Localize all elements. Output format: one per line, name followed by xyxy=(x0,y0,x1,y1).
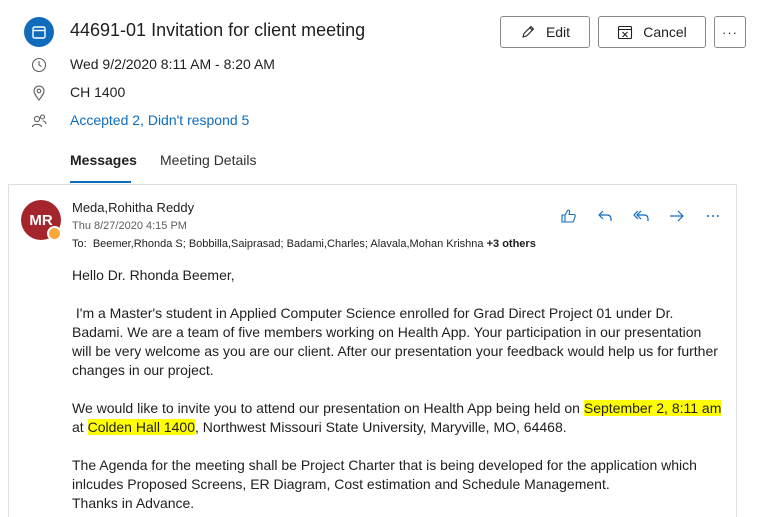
edit-icon xyxy=(520,24,536,40)
clock-icon xyxy=(30,56,48,74)
message-body: Hello Dr. Rhonda Beemer, I'm a Master's … xyxy=(72,266,722,513)
location-icon xyxy=(30,84,48,102)
cancel-button[interactable]: Cancel xyxy=(598,16,706,48)
body-paragraph-2-text-c: , Northwest Missouri State University, M… xyxy=(194,419,567,435)
body-paragraph-2-text-b: at xyxy=(72,419,88,435)
people-icon xyxy=(30,112,48,130)
body-paragraph-4: Thanks in Advance. xyxy=(72,495,195,511)
sender-name[interactable]: Meda,Rohitha Reddy xyxy=(72,200,194,215)
message-card: MR Meda,Rohitha Reddy Thu 8/27/2020 4:15… xyxy=(8,184,737,517)
body-greeting: Hello Dr. Rhonda Beemer, xyxy=(72,267,235,283)
recipients-line: To: Beemer,Rhonda S; Bobbilla,Saiprasad;… xyxy=(72,238,536,250)
cancel-calendar-icon xyxy=(617,24,633,40)
event-title: 44691-01 Invitation for client meeting xyxy=(70,20,366,40)
highlighted-location: Colden Hall 1400 xyxy=(87,419,195,435)
presence-away-icon xyxy=(47,226,62,241)
attendance-link[interactable]: Accepted 2, Didn't respond 5 xyxy=(70,112,249,128)
recipients-list[interactable]: Beemer,Rhonda S; Bobbilla,Saiprasad; Bad… xyxy=(93,238,484,250)
edit-label: Edit xyxy=(545,24,571,40)
calendar-icon xyxy=(24,17,54,47)
tab-messages[interactable]: Messages xyxy=(70,152,137,168)
message-actions xyxy=(551,207,731,229)
body-paragraph-2: We would like to invite you to attend ou… xyxy=(72,399,722,437)
recipients-more[interactable]: +3 others xyxy=(487,238,536,250)
forward-icon xyxy=(668,207,686,230)
like-icon xyxy=(560,207,578,230)
event-location: CH 1400 xyxy=(70,84,126,100)
cancel-label: Cancel xyxy=(643,24,687,40)
reply-all-icon xyxy=(632,207,650,230)
reply-all-button[interactable] xyxy=(623,207,659,229)
event-time: Wed 9/2/2020 8:11 AM - 8:20 AM xyxy=(70,56,275,72)
body-paragraph-1: I'm a Master's student in Applied Comput… xyxy=(72,305,722,378)
like-button[interactable] xyxy=(551,207,587,229)
reply-icon xyxy=(596,207,614,230)
more-button[interactable]: ··· xyxy=(714,16,746,48)
tab-meeting-details[interactable]: Meeting Details xyxy=(160,152,257,168)
reply-button[interactable] xyxy=(587,207,623,229)
message-date: Thu 8/27/2020 4:15 PM xyxy=(72,220,187,232)
more-actions-icon xyxy=(704,207,722,230)
body-paragraph-2-text-a: We would like to invite you to attend ou… xyxy=(72,400,584,416)
forward-button[interactable] xyxy=(659,207,695,229)
edit-button[interactable]: Edit xyxy=(500,16,590,48)
to-label: To: xyxy=(72,238,87,250)
body-paragraph-3: The Agenda for the meeting shall be Proj… xyxy=(72,457,697,492)
more-actions-button[interactable] xyxy=(695,207,731,229)
highlighted-date: September 2, 8:11 am xyxy=(583,400,722,416)
event-header: 44691-01 Invitation for client meeting E… xyxy=(0,0,760,184)
more-icon: ··· xyxy=(722,24,738,40)
active-tab-indicator xyxy=(70,181,131,183)
